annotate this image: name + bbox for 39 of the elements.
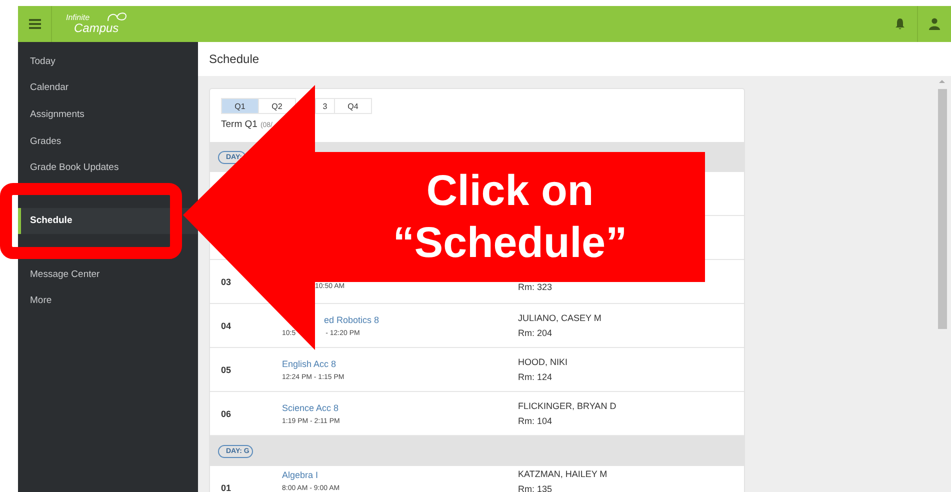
period-number: 03 [220,276,232,286]
logo-text: Infinite [66,14,90,22]
person-icon [929,18,940,30]
room-number: Rm: 135 [518,484,552,492]
room-number: Rm: 323 [518,282,552,292]
course-link[interactable]: Science Acc 8 [282,402,339,412]
course-link[interactable]: Algebra I [282,470,318,480]
sidebar-item[interactable]: Message Center [18,260,198,288]
sidebar-item[interactable]: More [18,287,198,314]
course-link[interactable]: English Acc 8 [282,358,336,368]
period-number: 05 [220,364,232,374]
swirl-icon [106,11,128,23]
term-tab[interactable]: Q4 [334,98,372,114]
logo-text: Campus [74,22,119,34]
teacher-name: FLICKINGER, BRYAN D [518,401,616,411]
teacher-name: JULIANO, CASEY M [518,313,602,323]
sidebar-item[interactable]: Calendar [18,74,198,102]
period-number: 04 [220,320,232,330]
room-number: Rm: 104 [518,416,552,426]
scrollbar[interactable] [937,80,947,329]
menu-icon [28,19,40,29]
term-tab[interactable]: Q1 [221,98,259,114]
period-number: 06 [220,408,232,418]
page-title: Schedule [198,42,951,76]
sidebar-item[interactable]: Grades [18,128,198,154]
term-tab[interactable]: 3 [315,98,335,114]
course-link[interactable]: ed Robotics 8 [324,314,380,324]
teacher-name: KATZMAN, HAILEY M [518,468,608,478]
room-number: Rm: 124 [518,372,552,382]
sidebar-item[interactable]: Assignments [18,101,198,128]
teacher-name: HOOD, NIKI [518,357,568,367]
term-name: Term Q1 [221,119,258,130]
callout-text: Click on “Schedule” [392,166,628,269]
term-tab[interactable]: Q2 [258,98,296,114]
sidebar-item[interactable]: Today [18,48,198,75]
room-number: Rm: 204 [518,328,552,338]
bell-icon [895,18,905,30]
period-number: 01 [220,482,232,492]
sidebar-item[interactable]: Grade Book Updates [18,154,198,181]
